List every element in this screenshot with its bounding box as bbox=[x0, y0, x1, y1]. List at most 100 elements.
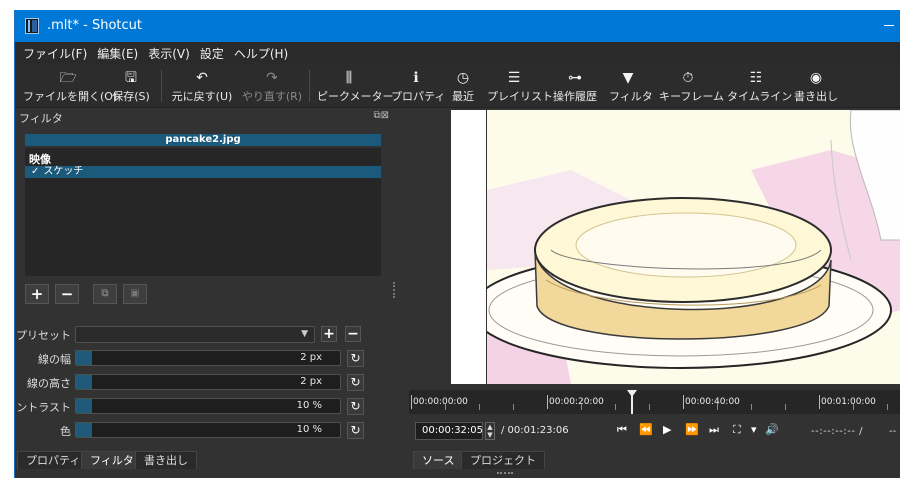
filter-enabled-checkbox[interactable]: ✓ bbox=[31, 166, 39, 177]
ruler-minor-tick bbox=[649, 404, 650, 410]
sketch-preview-image bbox=[470, 110, 900, 384]
keyframes-button[interactable]: ⏱ キーフレーム bbox=[659, 68, 725, 106]
ruler-minor-tick bbox=[513, 404, 514, 410]
ruler-label: 00:00:20:00 bbox=[549, 397, 604, 407]
param-label: 色 bbox=[60, 425, 71, 438]
properties-button[interactable]: ℹ プロパティ bbox=[391, 68, 446, 106]
timeline-button[interactable]: ☷ タイムライン bbox=[727, 68, 792, 106]
reset-icon[interactable]: ↻ bbox=[347, 398, 364, 415]
volume-icon[interactable]: 🔊 bbox=[765, 423, 779, 436]
slider-value: 2 px bbox=[300, 376, 322, 387]
properties-label: プロパティ bbox=[391, 90, 446, 103]
add-preset-button[interactable]: + bbox=[321, 326, 337, 342]
panel-splitter[interactable] bbox=[393, 282, 395, 298]
line-height-slider[interactable]: 2 px bbox=[75, 374, 341, 390]
filters-label: フィルタ bbox=[609, 90, 653, 103]
video-viewer[interactable] bbox=[451, 110, 900, 384]
keyframes-label: キーフレーム bbox=[659, 90, 725, 103]
playhead-line bbox=[631, 396, 633, 414]
paste-filter-button[interactable]: ▣ bbox=[123, 284, 147, 304]
save-button[interactable]: 🖫 保存(S) bbox=[111, 68, 151, 106]
tab-filters[interactable]: フィルタ bbox=[81, 451, 143, 469]
tab-properties[interactable]: プロパティ bbox=[17, 451, 90, 469]
tab-export[interactable]: 書き出し bbox=[135, 451, 197, 469]
folder-open-icon: 🗁 bbox=[59, 70, 77, 86]
playlist-label: プレイリスト bbox=[487, 90, 553, 103]
redo-button[interactable]: ↷ やり直す(R) bbox=[241, 68, 303, 106]
skip-to-start-button[interactable]: ⏮ bbox=[617, 423, 627, 437]
playlist-button[interactable]: ☰ プレイリスト bbox=[487, 68, 553, 106]
rewind-button[interactable]: ⏪ bbox=[639, 423, 653, 436]
ruler-label: 00:01:00:00 bbox=[821, 397, 876, 407]
transport-bar: 00:00:32:05 ▲ ▼ / 00:01:23:06 ⏮ ⏪ ▶ ⏩ ⏭ ⛶… bbox=[401, 418, 900, 444]
undo-button[interactable]: ↶ 元に戻す(U) bbox=[171, 68, 233, 106]
add-filter-button[interactable]: + bbox=[25, 284, 49, 304]
remove-preset-button[interactable]: − bbox=[345, 326, 361, 342]
reset-icon[interactable]: ↻ bbox=[347, 374, 364, 391]
skip-to-end-button[interactable]: ⏭ bbox=[709, 423, 719, 437]
toolbar-separator bbox=[309, 70, 310, 102]
slider-fill bbox=[76, 423, 92, 437]
resize-grip[interactable] bbox=[497, 472, 513, 475]
stopwatch-icon: ⏱ bbox=[682, 70, 694, 86]
peak-meter-icon: ⫼ bbox=[345, 70, 353, 86]
copy-filter-button[interactable]: ⧉ bbox=[93, 284, 117, 304]
zoom-dropdown[interactable]: ▾ bbox=[751, 423, 757, 436]
filters-panel: フィルタ ⧉⊠ pancake2.jpg 映像 ✓ スケッチ + − ⧉ ▣ プリ… bbox=[15, 108, 393, 448]
zoom-icon[interactable]: ⛶ bbox=[733, 423, 741, 437]
position-timecode[interactable]: 00:00:32:05 bbox=[415, 422, 483, 440]
slider-value: 2 px bbox=[300, 352, 322, 363]
filters-button[interactable]: ▼ フィルタ bbox=[609, 68, 653, 106]
time-ruler[interactable]: 00:00:00:00 00:00:20:00 00:00:40:00 00:0… bbox=[409, 390, 900, 414]
menu-edit[interactable]: 編集(E) bbox=[97, 45, 138, 62]
tab-source[interactable]: ソース bbox=[413, 451, 464, 469]
menu-view[interactable]: 表示(V) bbox=[148, 45, 190, 62]
param-label: 線の幅 bbox=[38, 353, 71, 366]
filter-list[interactable]: 映像 ✓ スケッチ bbox=[25, 148, 381, 276]
panel-float-close-buttons[interactable]: ⧉⊠ bbox=[373, 110, 389, 121]
timecode-spinner[interactable]: ▲ ▼ bbox=[485, 422, 495, 440]
slider-fill bbox=[76, 375, 92, 389]
undo-icon: ↶ bbox=[196, 70, 208, 86]
remove-filter-button[interactable]: − bbox=[55, 284, 79, 304]
tab-project[interactable]: プロジェクト bbox=[461, 451, 545, 469]
line-width-slider[interactable]: 2 px bbox=[75, 350, 341, 366]
minimize-button[interactable] bbox=[884, 25, 894, 26]
ruler-label: 00:00:40:00 bbox=[685, 397, 740, 407]
peak-meter-button[interactable]: ⫼ ピークメーター bbox=[317, 68, 394, 106]
slider-fill bbox=[76, 399, 92, 413]
filter-list-item[interactable]: ✓ スケッチ bbox=[25, 166, 381, 178]
play-button[interactable]: ▶ bbox=[663, 423, 671, 436]
timeline-icon: ☷ bbox=[749, 70, 763, 86]
player-panel: 00:00:00:00 00:00:20:00 00:00:40:00 00:0… bbox=[401, 108, 900, 450]
contrast-slider[interactable]: 10 % bbox=[75, 398, 341, 414]
window-title: .mlt* - Shotcut bbox=[47, 18, 142, 33]
redo-icon: ↷ bbox=[266, 70, 278, 86]
export-disc-icon: ◉ bbox=[809, 70, 823, 86]
reset-icon[interactable]: ↻ bbox=[347, 422, 364, 439]
preset-dropdown[interactable]: ▼ bbox=[75, 326, 315, 343]
menu-settings[interactable]: 設定 bbox=[200, 45, 224, 62]
recent-button[interactable]: ◷ 最近 bbox=[449, 68, 477, 106]
recent-label: 最近 bbox=[452, 90, 474, 103]
param-label: 線の高さ bbox=[27, 377, 71, 390]
menu-help[interactable]: ヘルプ(H) bbox=[234, 45, 288, 62]
filter-name: スケッチ bbox=[43, 166, 84, 177]
chevron-down-icon: ▼ bbox=[301, 329, 308, 339]
duration-label: / 00:01:23:06 bbox=[501, 425, 569, 436]
slider-value: 10 % bbox=[296, 424, 322, 435]
export-button[interactable]: ◉ 書き出し bbox=[793, 68, 839, 106]
open-file-button[interactable]: 🗁 ファイルを開く(O) bbox=[23, 68, 117, 106]
history-icon: ⊶ bbox=[568, 70, 582, 86]
reset-icon[interactable]: ↻ bbox=[347, 350, 364, 367]
info-icon: ℹ bbox=[413, 70, 419, 86]
ruler-minor-tick bbox=[785, 404, 786, 410]
menu-file[interactable]: ファイル(F) bbox=[23, 45, 87, 62]
save-icon: 🖫 bbox=[125, 70, 137, 86]
export-label: 書き出し bbox=[794, 90, 838, 103]
fast-forward-button[interactable]: ⏩ bbox=[685, 423, 699, 436]
ruler-major-tick bbox=[683, 395, 684, 409]
history-button[interactable]: ⊶ 操作履歴 bbox=[551, 68, 599, 106]
ruler-major-tick bbox=[819, 395, 820, 409]
color-slider[interactable]: 10 % bbox=[75, 422, 341, 438]
